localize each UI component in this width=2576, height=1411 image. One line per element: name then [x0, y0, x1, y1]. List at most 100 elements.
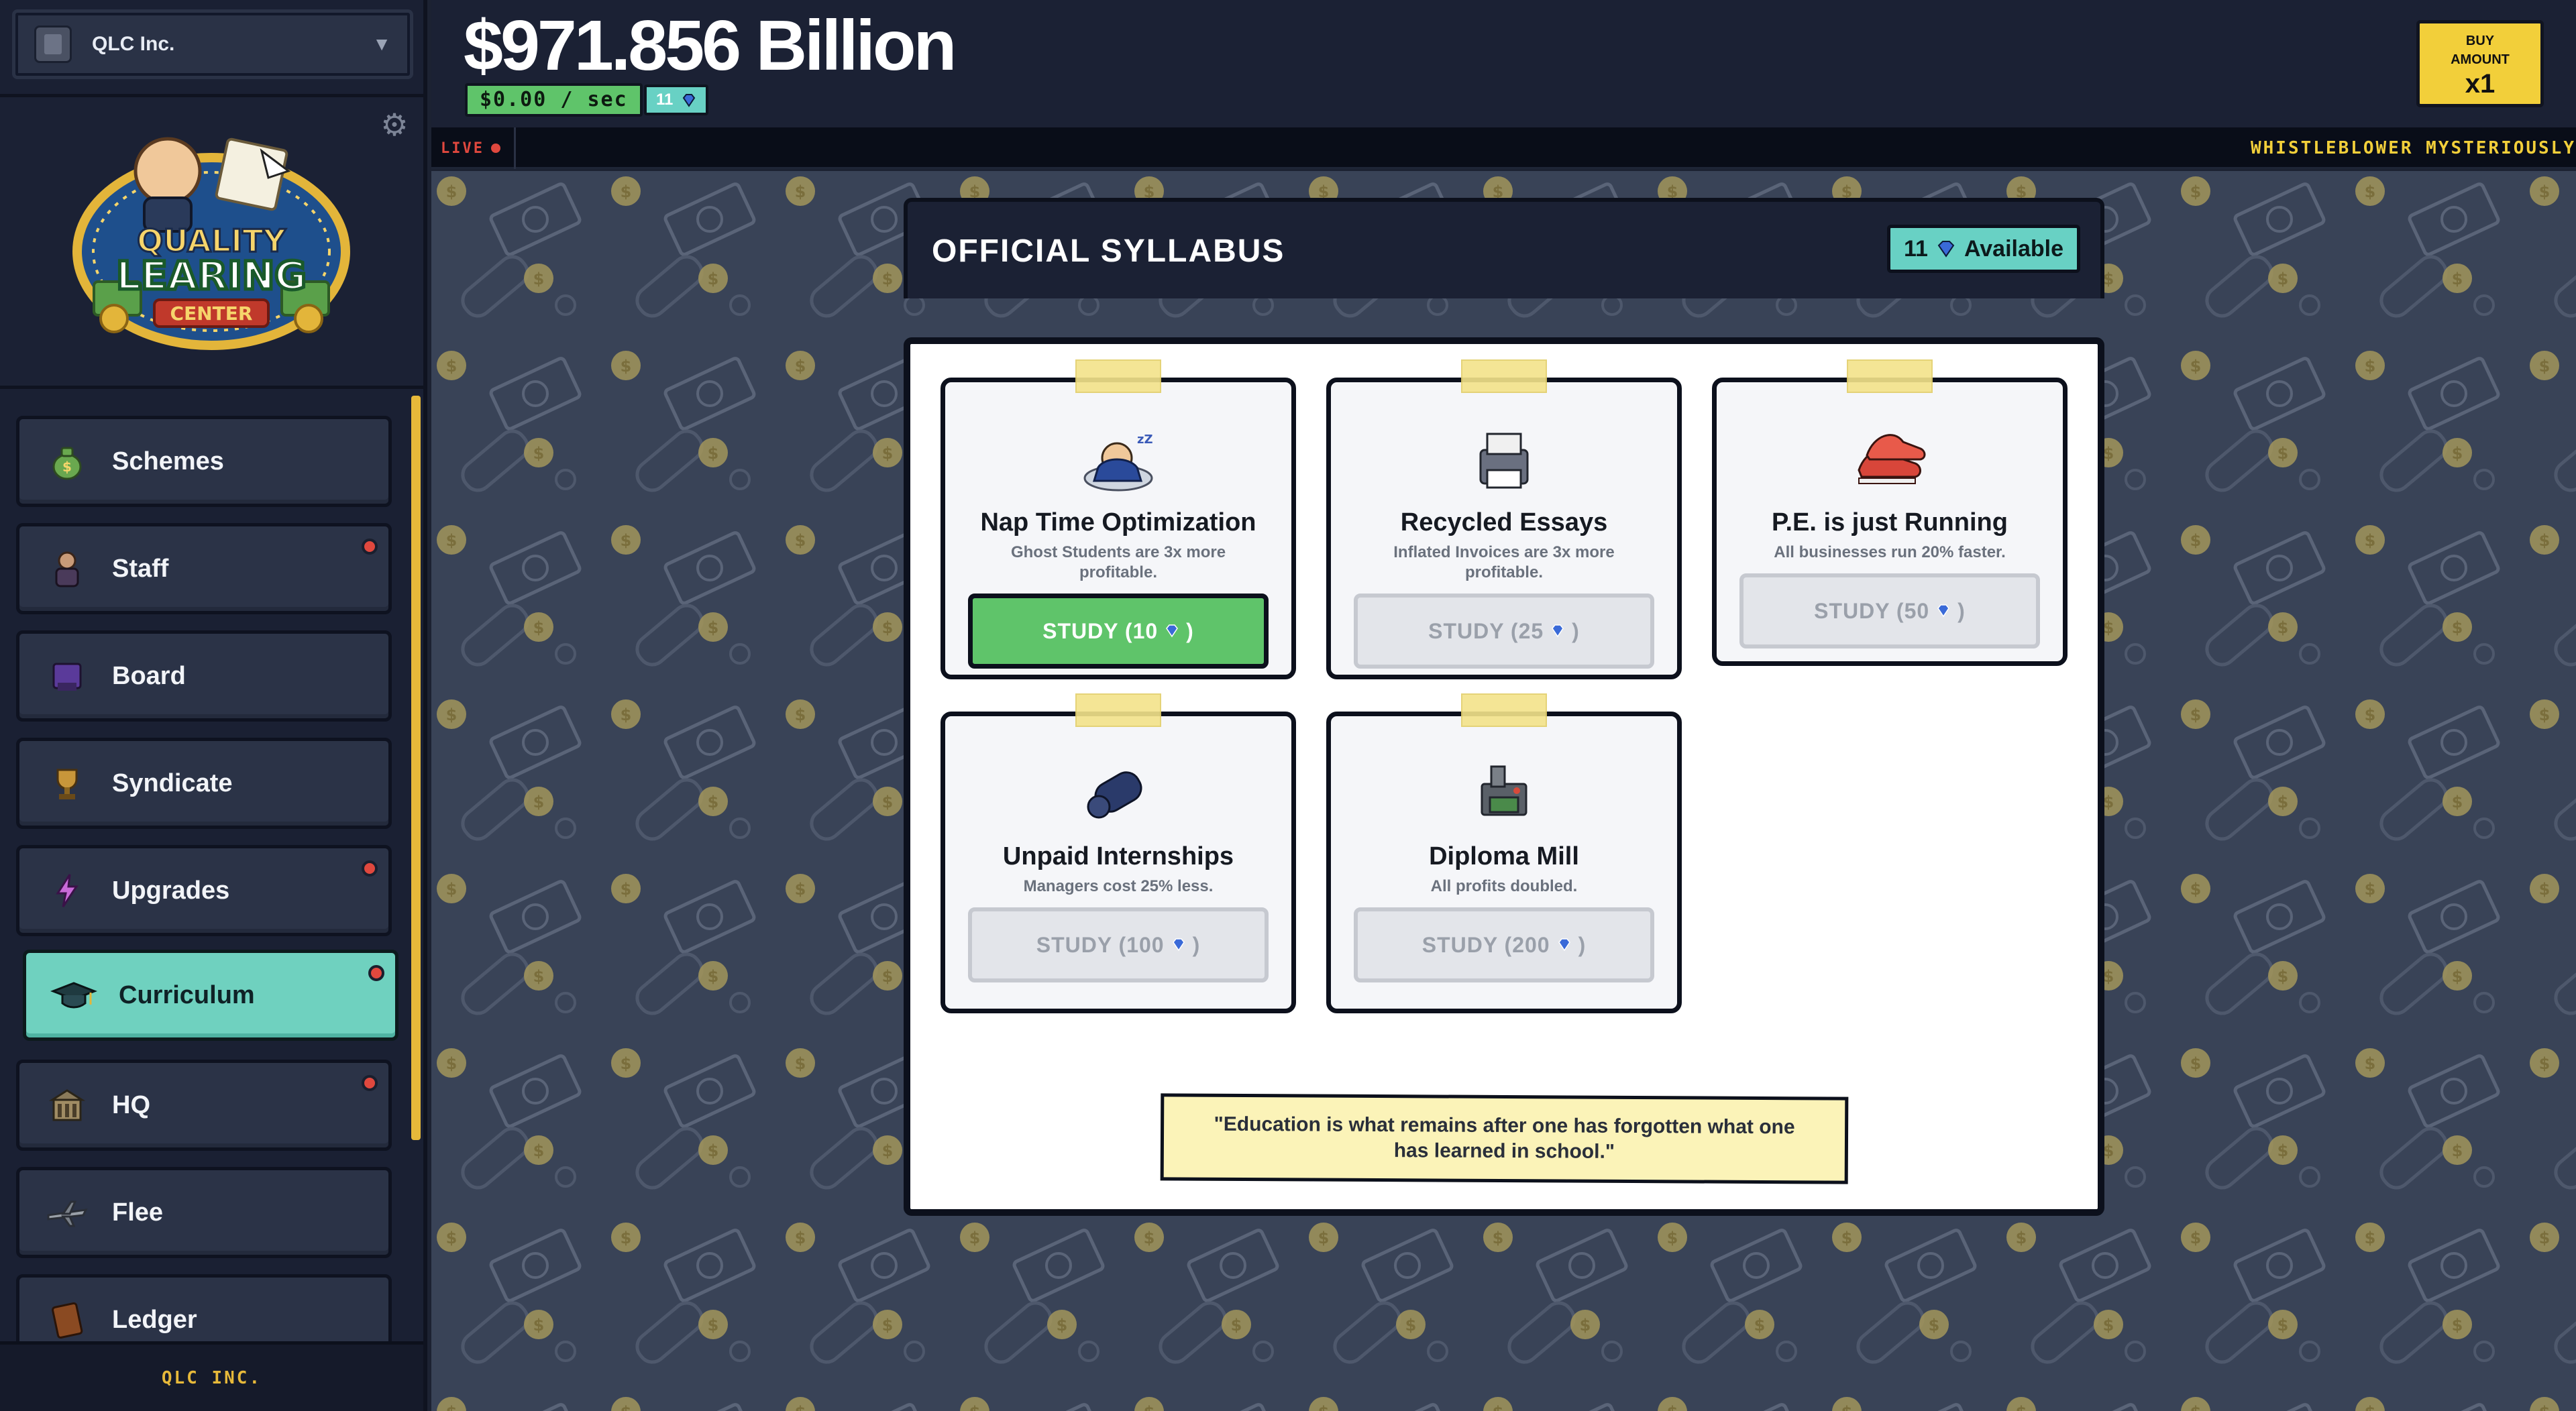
- study-button[interactable]: STUDY (100 ): [968, 907, 1269, 982]
- ticker-text: WHISTLEBLOWER MYSTERIOUSLY: [2251, 138, 2576, 158]
- course-title: Recycled Essays: [1400, 508, 1608, 537]
- rolled-diploma-icon: [945, 754, 1291, 834]
- balance-display: $971.856 Billion: [464, 6, 957, 85]
- course-title: Nap Time Optimization: [980, 508, 1256, 537]
- gem-icon: [1937, 241, 1955, 258]
- gem-icon: [1172, 938, 1185, 952]
- trophy-icon: [44, 760, 91, 807]
- main-content: $ $ OFFICIAL SYLLABUS 11 Available: [431, 171, 2576, 1411]
- sidebar-item-flee[interactable]: Flee: [16, 1167, 392, 1258]
- sidebar-item-label: Schemes: [112, 447, 224, 475]
- available-gems-badge: 11 Available: [1887, 225, 2080, 273]
- tape-decoration: [1461, 359, 1547, 393]
- tape-decoration: [1075, 693, 1161, 727]
- course-title: P.E. is just Running: [1772, 508, 2008, 537]
- logo-area: ⚙ QUALITY LEARING CENTER: [0, 94, 423, 389]
- live-indicator: LIVE: [441, 127, 516, 169]
- buy-amount-label: BUY AMOUNT: [2451, 34, 2510, 67]
- course-title: Diploma Mill: [1429, 842, 1579, 870]
- sidebar-item-staff[interactable]: Staff: [16, 523, 392, 614]
- building-icon: [44, 1082, 91, 1129]
- sidebar-item-label: HQ: [112, 1090, 150, 1119]
- svg-text:$: $: [62, 459, 72, 475]
- graduation-cap-icon: [50, 972, 97, 1019]
- logo-line2: LEARING: [116, 253, 307, 298]
- quote-note: "Education is what remains after one has…: [1160, 1093, 1849, 1184]
- course-card-nap-time: zZ Nap Time Optimization Ghost Students …: [941, 359, 1296, 679]
- course-description: All businesses run 20% faster.: [1774, 543, 2006, 561]
- company-building-icon: [34, 25, 72, 63]
- sidebar-nav: $ Schemes Staff Board Syndicate Upgrades…: [0, 396, 423, 1341]
- gem-icon: [1166, 624, 1179, 638]
- printer-icon: [1331, 420, 1677, 500]
- course-card-recycled-essays: Recycled Essays Inflated Invoices are 3x…: [1326, 359, 1682, 679]
- syllabus-header: OFFICIAL SYLLABUS 11 Available: [904, 198, 2104, 298]
- company-selector[interactable]: QLC Inc. ▼: [12, 9, 413, 79]
- company-name: QLC Inc.: [92, 33, 175, 55]
- study-button[interactable]: STUDY (200 ): [1354, 907, 1654, 982]
- sidebar-item-label: Curriculum: [119, 980, 255, 1009]
- course-card-pe-running: P.E. is just Running All businesses run …: [1712, 359, 2068, 666]
- sidebar-item-label: Syndicate: [112, 769, 233, 797]
- sidebar-item-board[interactable]: Board: [16, 630, 392, 722]
- tape-decoration: [1075, 359, 1161, 393]
- gear-icon[interactable]: ⚙: [379, 109, 410, 140]
- notification-badge: [362, 539, 378, 555]
- study-button[interactable]: STUDY (25 ): [1354, 594, 1654, 669]
- gem-count: 11: [656, 91, 674, 109]
- buy-amount-value: x1: [2465, 69, 2496, 99]
- gem-count-badge: 11: [644, 84, 709, 115]
- course-card-diploma-mill: Diploma Mill All profits doubled. STUDY …: [1326, 693, 1682, 1013]
- sidebar-item-ledger[interactable]: Ledger: [16, 1274, 392, 1341]
- airplane-icon: [44, 1189, 91, 1236]
- sidebar-scrollbar[interactable]: [411, 396, 421, 1140]
- sidebar-item-curriculum[interactable]: Curriculum: [23, 950, 398, 1041]
- sidebar-item-label: Flee: [112, 1198, 164, 1227]
- sidebar-item-label: Board: [112, 661, 186, 690]
- syllabus-title: OFFICIAL SYLLABUS: [932, 233, 1285, 269]
- sidebar-footer: QLC INC.: [0, 1341, 423, 1411]
- sneakers-icon: [1717, 420, 2063, 500]
- notification-badge: [362, 1075, 378, 1091]
- sidebar-item-schemes[interactable]: $ Schemes: [16, 416, 392, 507]
- boardroom-icon: [44, 653, 91, 699]
- course-description: Managers cost 25% less.: [1023, 877, 1214, 895]
- sidebar: QLC Inc. ▼ ⚙ QUALITY LEARING CENTER $ Sc…: [0, 0, 427, 1411]
- chevron-down-icon: ▼: [372, 34, 391, 54]
- gem-icon: [682, 93, 696, 107]
- live-dot-icon: [490, 144, 500, 153]
- course-description: Ghost Students are 3x more profitable.: [1010, 543, 1226, 581]
- sidebar-item-label: Upgrades: [112, 876, 230, 905]
- top-header: $971.856 Billion $0.00 / sec 11 BUY AMOU…: [431, 0, 2576, 127]
- course-card-unpaid-internships: Unpaid Internships Managers cost 25% les…: [941, 693, 1296, 1013]
- svg-text:zZ: zZ: [1137, 433, 1153, 447]
- ledger-book-icon: [44, 1296, 91, 1341]
- available-label: Available: [1964, 235, 2063, 262]
- sidebar-item-hq[interactable]: HQ: [16, 1060, 392, 1151]
- tape-decoration: [1847, 359, 1933, 393]
- sidebar-item-upgrades[interactable]: Upgrades: [16, 845, 392, 936]
- study-button[interactable]: STUDY (10 ): [968, 594, 1269, 669]
- notification-badge: [362, 860, 378, 877]
- course-description: Inflated Invoices are 3x more profitable…: [1393, 543, 1615, 581]
- quality-learing-center-logo: QUALITY LEARING CENTER: [72, 137, 350, 350]
- sleeping-student-icon: zZ: [945, 420, 1291, 500]
- syllabus-card-grid: zZ Nap Time Optimization Ghost Students …: [904, 337, 2104, 1216]
- news-ticker: LIVE WHISTLEBLOWER MYSTERIOUSLY: [431, 127, 2576, 169]
- worker-icon: [44, 545, 91, 592]
- sidebar-item-label: Staff: [112, 554, 169, 583]
- income-rate: $0.00 / sec: [465, 83, 643, 117]
- available-count: 11: [1904, 235, 1928, 262]
- lightning-icon: [44, 867, 91, 914]
- course-description: All profits doubled.: [1430, 877, 1578, 895]
- sidebar-item-syndicate[interactable]: Syndicate: [16, 738, 392, 829]
- gem-icon: [1558, 938, 1570, 952]
- study-button[interactable]: STUDY (50 ): [1739, 573, 2040, 648]
- money-bag-icon: $: [44, 438, 91, 485]
- sidebar-item-label: Ledger: [112, 1305, 197, 1334]
- gem-icon: [1552, 624, 1564, 638]
- gem-icon: [1937, 604, 1950, 618]
- logo-line3: CENTER: [170, 302, 253, 325]
- buy-amount-button[interactable]: BUY AMOUNT x1: [2416, 20, 2544, 107]
- app-root: QLC Inc. ▼ ⚙ QUALITY LEARING CENTER $ Sc…: [0, 0, 2576, 1411]
